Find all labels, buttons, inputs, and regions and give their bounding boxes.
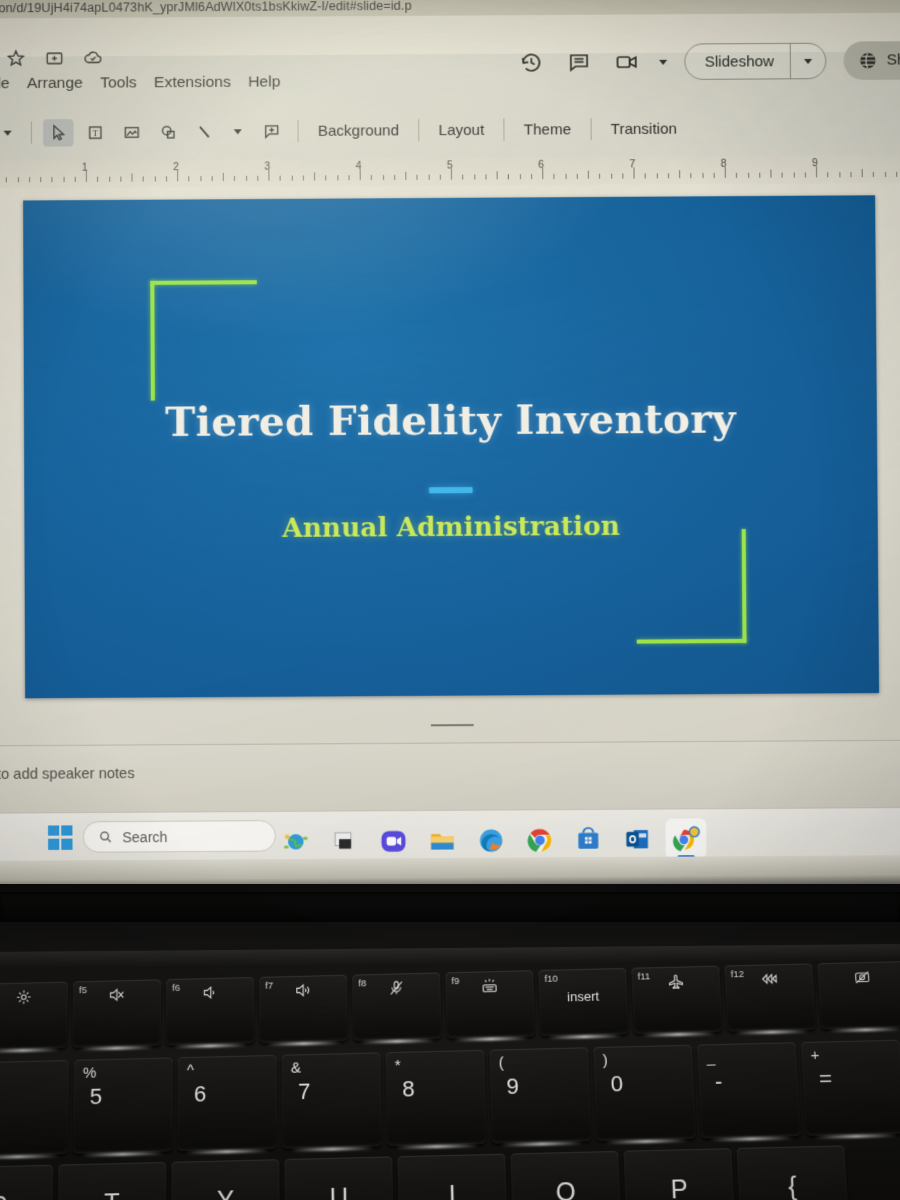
key-f5[interactable]: f5 xyxy=(72,979,162,1051)
share-label: Sha xyxy=(886,51,900,69)
key-7[interactable]: & 7 xyxy=(281,1052,382,1152)
key-y[interactable]: Y xyxy=(171,1159,280,1200)
video-call-icon[interactable] xyxy=(611,47,642,78)
laptop-hinge xyxy=(0,892,900,922)
comment-icon[interactable] xyxy=(564,47,595,78)
browser-url-text: tion/d/19UjH4i74apL0473hK_yprJMl6AdWlX0t… xyxy=(0,0,412,16)
key-f12[interactable]: f12 xyxy=(724,963,817,1035)
key-prtscr[interactable] xyxy=(817,961,900,1033)
taskbar-task-view[interactable] xyxy=(324,821,365,862)
menu-slide[interactable]: de xyxy=(0,75,10,93)
key-u[interactable]: U xyxy=(284,1156,394,1200)
background-button[interactable]: Background xyxy=(307,122,411,140)
key-f11[interactable]: f11 xyxy=(631,965,723,1037)
key-6[interactable]: ^ 6 xyxy=(177,1054,278,1155)
title-accent-rule xyxy=(429,486,473,494)
decorative-corner-bottom-right xyxy=(636,529,747,644)
taskbar-app-icons xyxy=(275,818,707,861)
slideshow-button[interactable]: Slideshow xyxy=(684,42,827,80)
toolbar-divider-4 xyxy=(503,118,505,141)
key-i[interactable]: I xyxy=(397,1153,508,1200)
key-p[interactable]: P xyxy=(623,1148,736,1200)
notes-resize-handle[interactable] xyxy=(430,724,474,727)
key-f8[interactable]: f8 xyxy=(352,972,442,1044)
taskbar-zoom[interactable] xyxy=(373,820,414,861)
taskbar-search-input[interactable]: Search xyxy=(82,820,277,853)
decorative-corner-top-left xyxy=(150,280,257,401)
key-o[interactable]: O xyxy=(510,1150,622,1200)
video-call-dropdown-caret[interactable] xyxy=(659,59,668,65)
toolbar-divider-2 xyxy=(297,119,299,143)
undo-dropdown-caret[interactable] xyxy=(0,130,23,136)
slide-subtitle[interactable]: Annual Administration xyxy=(24,510,877,546)
share-button[interactable]: Sha xyxy=(843,40,900,81)
menu-help[interactable]: Help xyxy=(248,73,280,91)
taskbar-widgets-weather[interactable] xyxy=(275,821,316,862)
taskbar-google-chrome[interactable] xyxy=(519,819,560,860)
taskbar-chrome-app-active[interactable] xyxy=(665,818,707,860)
key-minus[interactable]: _ - xyxy=(696,1042,801,1142)
slide-1[interactable]: Tiered Fidelity Inventory Annual Adminis… xyxy=(23,195,880,699)
theme-button[interactable]: Theme xyxy=(513,121,583,139)
keyboard-number-row: $4%5^6&7*8(9)0_-+= xyxy=(0,1037,900,1160)
laptop-keyboard: f4f5f6f7f8f9f10insertf11f12 $4%5^6&7*8(9… xyxy=(0,954,900,1200)
key-4[interactable]: $4 xyxy=(0,1059,69,1160)
line-dropdown-caret[interactable] xyxy=(223,128,253,134)
key-5[interactable]: % 5 xyxy=(72,1057,173,1157)
key-f9[interactable]: f9 xyxy=(445,970,536,1042)
star-icon[interactable] xyxy=(4,47,26,69)
select-cursor-tool[interactable] xyxy=(43,118,74,147)
key-f7[interactable]: f7 xyxy=(259,974,349,1047)
slides-toolbar: T Background Layout Theme Transition xyxy=(0,109,900,151)
key-0[interactable]: ) 0 xyxy=(593,1044,697,1144)
slideshow-dropdown[interactable] xyxy=(791,58,826,64)
layout-button[interactable]: Layout xyxy=(427,121,495,139)
transition-button[interactable]: Transition xyxy=(599,120,688,138)
key-8[interactable]: * 8 xyxy=(385,1049,487,1150)
slide-title[interactable]: Tiered Fidelity Inventory xyxy=(24,394,877,447)
key-r[interactable]: R xyxy=(0,1164,54,1200)
taskbar-start-area: Search xyxy=(48,820,277,853)
taskbar-outlook[interactable] xyxy=(617,819,658,860)
laptop-screen: tion/d/19UjH4i74apL0473hK_yprJMl6AdWlX0t… xyxy=(0,0,900,884)
text-box-tool[interactable]: T xyxy=(80,118,111,146)
taskbar-file-explorer[interactable] xyxy=(421,820,462,861)
svg-text:T: T xyxy=(92,127,98,137)
line-tool[interactable] xyxy=(189,118,220,146)
speaker-notes-placeholder: to add speaker notes xyxy=(0,765,135,784)
move-to-folder-icon[interactable] xyxy=(43,46,65,68)
key-9[interactable]: (9 xyxy=(489,1047,592,1147)
menu-extensions[interactable]: Extensions xyxy=(154,74,231,93)
slide-canvas-area[interactable]: Tiered Fidelity Inventory Annual Adminis… xyxy=(0,182,900,746)
taskbar-microsoft-edge[interactable] xyxy=(470,820,511,861)
key-f4[interactable]: f4 xyxy=(0,981,69,1053)
toolbar-divider-5 xyxy=(590,117,592,141)
keyboard-function-row: f4f5f6f7f8f9f10insertf11f12 xyxy=(0,961,900,1053)
document-quick-actions xyxy=(4,46,103,69)
menu-arrange[interactable]: Arrange xyxy=(27,75,83,94)
search-placeholder: Search xyxy=(122,828,168,845)
photo-of-laptop: tion/d/19UjH4i74apL0473hK_yprJMl6AdWlX0t… xyxy=(0,0,900,1200)
globe-lock-icon xyxy=(858,50,878,70)
key-equals[interactable]: + = xyxy=(800,1039,900,1139)
slideshow-label: Slideshow xyxy=(704,52,775,71)
toolbar-divider xyxy=(30,121,32,144)
shape-tool[interactable] xyxy=(153,118,184,146)
key-f6[interactable]: f6 xyxy=(165,977,255,1049)
add-comment-tool[interactable] xyxy=(256,117,287,145)
chevron-down-icon xyxy=(804,58,813,64)
key-lbracket[interactable]: { xyxy=(736,1145,850,1200)
version-history-icon[interactable] xyxy=(516,47,547,78)
key-t[interactable]: T xyxy=(57,1161,167,1200)
windows-start-icon[interactable] xyxy=(48,824,73,850)
cloud-saved-icon[interactable] xyxy=(81,46,103,68)
header-right-actions: Slideshow Sha xyxy=(516,40,900,82)
taskbar-microsoft-store[interactable] xyxy=(568,819,609,860)
speaker-notes-pane[interactable]: to add speaker notes xyxy=(0,739,900,813)
menu-tools[interactable]: Tools xyxy=(100,74,137,92)
key-f10[interactable]: f10 insert xyxy=(538,967,629,1040)
toolbar-divider-3 xyxy=(418,119,420,142)
insert-image-tool[interactable] xyxy=(116,118,147,146)
search-icon xyxy=(98,829,113,844)
